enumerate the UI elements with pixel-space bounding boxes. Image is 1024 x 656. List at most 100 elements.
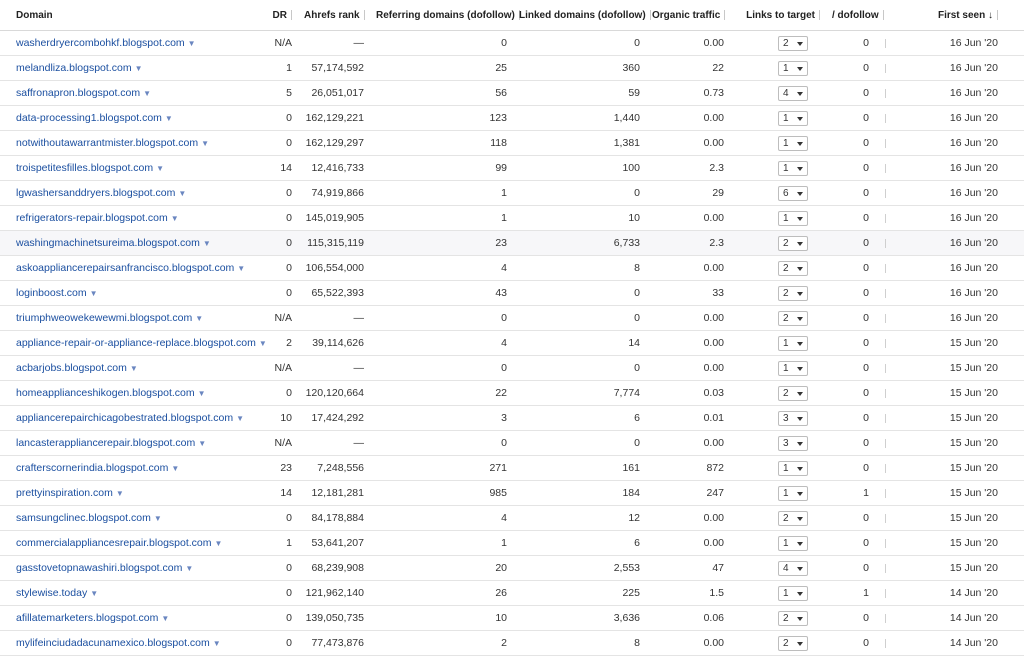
domain-link[interactable]: washerdryercombohkf.blogspot.com (16, 37, 185, 49)
caret-down-icon[interactable]: ▼ (135, 64, 143, 73)
column-header-first-seen[interactable]: First seen ↓ (892, 0, 1024, 31)
caret-down-icon[interactable]: ▼ (90, 589, 98, 598)
caret-down-icon[interactable]: ▼ (165, 114, 173, 123)
links-to-target-select[interactable]: 1 (778, 335, 808, 351)
domain-link[interactable]: prettyinspiration.com (16, 487, 113, 499)
caret-down-icon[interactable]: ▼ (236, 414, 244, 423)
domain-link[interactable]: appliance-repair-or-appliance-replace.bl… (16, 337, 256, 349)
domain-link[interactable]: troispetitesfilles.blogspot.com (16, 162, 153, 174)
links-to-target-select[interactable]: 1 (778, 585, 808, 601)
domain-link[interactable]: mylifeinciudadacunamexico.blogspot.com (16, 637, 210, 649)
linked-domains-cell: 0 (513, 430, 646, 456)
links-to-target-select[interactable]: 1 (778, 160, 808, 176)
links-to-target-select[interactable]: 2 (778, 260, 808, 276)
domain-link[interactable]: afillatemarketers.blogspot.com (16, 612, 158, 624)
caret-down-icon[interactable]: ▼ (215, 539, 223, 548)
caret-down-icon[interactable]: ▼ (130, 364, 138, 373)
caret-down-icon[interactable]: ▼ (171, 214, 179, 223)
caret-down-icon[interactable]: ▼ (198, 389, 206, 398)
links-to-target-select[interactable]: 4 (778, 85, 808, 101)
column-header-dofollow[interactable]: / dofollow (826, 0, 892, 31)
column-header-dr[interactable]: DR (262, 0, 298, 31)
caret-down-icon[interactable]: ▼ (188, 39, 196, 48)
domain-link[interactable]: samsungclinec.blogspot.com (16, 512, 151, 524)
domain-link[interactable]: crafterscornerindia.blogspot.com (16, 462, 168, 474)
caret-down-icon[interactable]: ▼ (171, 464, 179, 473)
domain-link[interactable]: lancasterappliancerepair.blogspot.com (16, 437, 195, 449)
links-to-target-select[interactable]: 1 (778, 110, 808, 126)
links-to-target-select[interactable]: 6 (778, 185, 808, 201)
column-resize-handle[interactable] (291, 9, 292, 20)
domain-link[interactable]: data-processing1.blogspot.com (16, 112, 162, 124)
column-resize-handle[interactable] (997, 9, 998, 20)
links-to-target-select[interactable]: 2 (778, 635, 808, 651)
links-to-target-select[interactable]: 1 (778, 460, 808, 476)
caret-down-icon[interactable]: ▼ (154, 514, 162, 523)
links-to-target-select[interactable]: 1 (778, 485, 808, 501)
column-header-links-to-target[interactable]: Links to target (730, 0, 826, 31)
links-to-target-select[interactable]: 1 (778, 135, 808, 151)
domain-link[interactable]: gasstovetopnawashiri.blogspot.com (16, 562, 182, 574)
links-to-target-select[interactable]: 1 (778, 535, 808, 551)
caret-down-icon[interactable]: ▼ (116, 489, 124, 498)
caret-down-icon[interactable]: ▼ (195, 314, 203, 323)
domain-link[interactable]: stylewise.today (16, 587, 87, 599)
domain-link[interactable]: commercialappliancesrepair.blogspot.com (16, 537, 212, 549)
caret-down-icon[interactable]: ▼ (198, 439, 206, 448)
ahrefs-rank-cell: — (298, 430, 370, 456)
domain-link[interactable]: appliancerepairchicagobestrated.blogspot… (16, 412, 233, 424)
domain-link[interactable]: washingmachinetsureima.blogspot.com (16, 237, 200, 249)
domain-link[interactable]: melandliza.blogspot.com (16, 62, 132, 74)
domain-cell: notwithoutawarrantmister.blogspot.com ▼ (0, 130, 262, 156)
caret-down-icon[interactable]: ▼ (237, 264, 245, 273)
table-row: appliance-repair-or-appliance-replace.bl… (0, 330, 1024, 356)
domain-link[interactable]: loginboost.com (16, 287, 87, 299)
links-to-target-select[interactable]: 2 (778, 35, 808, 51)
column-header-organic-traffic[interactable]: Organic traffic (646, 0, 730, 31)
links-to-target-select[interactable]: 2 (778, 510, 808, 526)
caret-down-icon[interactable]: ▼ (178, 189, 186, 198)
links-to-target-select[interactable]: 1 (778, 360, 808, 376)
domain-link[interactable]: refrigerators-repair.blogspot.com (16, 212, 168, 224)
links-to-target-select[interactable]: 3 (778, 435, 808, 451)
domain-link[interactable]: triumphweowekewewmi.blogspot.com (16, 312, 192, 324)
links-to-target-select[interactable]: 2 (778, 310, 808, 326)
caret-down-icon[interactable]: ▼ (185, 564, 193, 573)
links-to-target-select[interactable]: 1 (778, 210, 808, 226)
links-to-target-cell: 1 (730, 130, 826, 156)
column-header-domain[interactable]: Domain (0, 0, 262, 31)
column-resize-handle[interactable] (724, 9, 726, 20)
links-to-target-select[interactable]: 3 (778, 410, 808, 426)
links-to-target-select[interactable]: 1 (778, 60, 808, 76)
domain-link[interactable]: saffronapron.blogspot.com (16, 87, 140, 99)
column-header-linked-domains[interactable]: Linked domains (dofollow) (513, 0, 651, 31)
column-divider (885, 38, 886, 48)
caret-down-icon[interactable]: ▼ (213, 639, 221, 648)
first-seen-cell: 16 Jun '20 (892, 305, 1024, 331)
links-to-target-select[interactable]: 2 (778, 235, 808, 251)
domain-link[interactable]: notwithoutawarrantmister.blogspot.com (16, 137, 198, 149)
column-resize-handle[interactable] (882, 9, 884, 20)
caret-down-icon[interactable]: ▼ (201, 139, 209, 148)
links-to-target-select[interactable]: 2 (778, 285, 808, 301)
domain-link[interactable]: lgwashersanddryers.blogspot.com (16, 187, 175, 199)
caret-down-icon[interactable]: ▼ (161, 614, 169, 623)
domain-cell: lgwashersanddryers.blogspot.com ▼ (0, 180, 262, 206)
column-resize-handle[interactable] (819, 9, 820, 20)
caret-down-icon[interactable]: ▼ (143, 89, 151, 98)
caret-down-icon[interactable]: ▼ (203, 239, 211, 248)
links-to-target-select[interactable]: 2 (778, 385, 808, 401)
domain-link[interactable]: askoappliancerepairsanfrancisco.blogspot… (16, 262, 234, 274)
column-header-referring-domains[interactable]: Referring domains (dofollow) (370, 0, 520, 31)
column-resize-handle[interactable] (363, 9, 365, 20)
ahrefs-rank-cell: 68,239,908 (298, 555, 370, 581)
caret-down-icon[interactable]: ▼ (156, 164, 164, 173)
caret-down-icon[interactable]: ▼ (259, 339, 267, 348)
domain-link[interactable]: acbarjobs.blogspot.com (16, 362, 127, 374)
domain-link[interactable]: homeapplianceshikogen.blogspot.com (16, 387, 195, 399)
column-header-ahrefs-rank[interactable]: Ahrefs rank (298, 0, 370, 31)
links-to-target-select[interactable]: 2 (778, 610, 808, 626)
dr-cell: 14 (262, 155, 298, 181)
links-to-target-select[interactable]: 4 (778, 560, 808, 576)
caret-down-icon[interactable]: ▼ (90, 289, 98, 298)
